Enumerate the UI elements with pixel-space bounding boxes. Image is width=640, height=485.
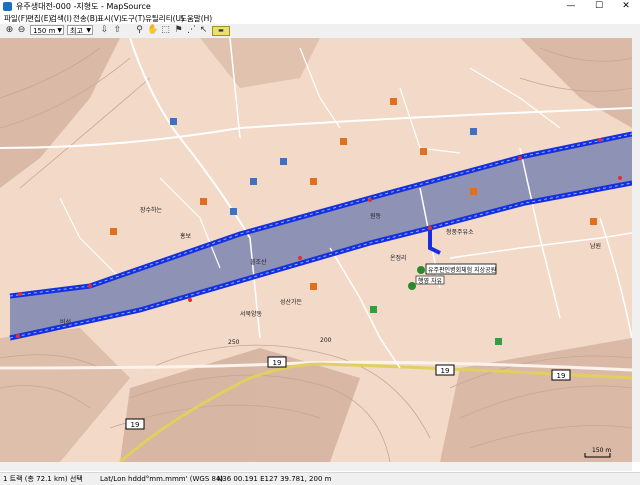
road-shield-3: 19 bbox=[551, 369, 571, 381]
place-label: 원동 bbox=[370, 212, 382, 220]
title-bar: 유주생대전-000 -지형도 - MapSource — ☐ ✕ bbox=[0, 0, 640, 13]
place-label: 불조산 bbox=[250, 258, 267, 266]
tooltip-title: 유주판인병회체험 지상공원 bbox=[428, 266, 496, 274]
contour-label: 200 bbox=[320, 337, 332, 344]
chevron-down-icon: ▼ bbox=[86, 27, 91, 34]
place-label: 홍보 bbox=[180, 232, 192, 240]
place-label: 성산가든 bbox=[280, 298, 303, 306]
park-icon bbox=[417, 266, 425, 274]
mapsource-app-icon bbox=[3, 2, 12, 11]
zoom-in-icon[interactable]: ⊕ bbox=[4, 25, 15, 36]
toolbar: ⊕ ⊖ 150 m ▼ 최고 ▼ ⇩ ⇧ ⚲ ✋ ⬚ ⚑ ⋰ ↖ ▬ bbox=[0, 24, 640, 39]
detail-level-value: 최고 bbox=[70, 27, 83, 35]
menu-view[interactable]: 표시(V) bbox=[97, 13, 122, 24]
send-to-device-icon[interactable]: ⇧ bbox=[112, 25, 123, 36]
road-shield-label: 19 bbox=[273, 359, 282, 367]
map-canvas[interactable]: 19 19 19 19 성산가든 250 200 장수하는 불조산 서북양동 온… bbox=[0, 38, 632, 462]
park-icon bbox=[408, 282, 416, 290]
menu-edit[interactable]: 편집(E) bbox=[27, 13, 51, 24]
place-label: 장수하는 bbox=[140, 206, 163, 214]
place-label: 서북양동 bbox=[240, 310, 263, 318]
horizontal-scrollbar[interactable] bbox=[0, 462, 632, 471]
road-shield-label: 19 bbox=[131, 421, 140, 429]
place-label: 온정리 bbox=[390, 254, 407, 262]
zoom-out-icon[interactable]: ⊖ bbox=[16, 25, 27, 36]
window-title: 유주생대전-000 -지형도 - MapSource bbox=[16, 2, 151, 11]
contour-label: 250 bbox=[228, 339, 240, 346]
maximize-button[interactable]: ☐ bbox=[586, 0, 612, 13]
vertical-scrollbar[interactable] bbox=[632, 38, 640, 462]
menu-tools[interactable]: 도구(T) bbox=[121, 13, 145, 24]
zoom-level-select[interactable]: 150 m ▼ bbox=[30, 25, 64, 35]
minimize-button[interactable]: — bbox=[558, 0, 584, 13]
zoom-tool-icon[interactable]: ⚲ bbox=[134, 25, 145, 36]
road-shield-4: 19 bbox=[125, 418, 145, 430]
chevron-down-icon: ▼ bbox=[57, 27, 62, 34]
menu-transfer[interactable]: 전송(B) bbox=[73, 13, 98, 24]
selection-tool-icon[interactable]: ⬚ bbox=[160, 25, 171, 36]
menu-find[interactable]: 검색(I) bbox=[50, 13, 72, 24]
status-track-summary: 1 트랙 (총 72.1 km) 선택 bbox=[3, 475, 83, 483]
status-bar: 1 트랙 (총 72.1 km) 선택 Lat/Lon hddd°mm.mmm'… bbox=[0, 472, 640, 485]
place-label: 남원 bbox=[590, 242, 601, 250]
menu-bar: 파일(F) 편집(E) 검색(I) 전송(B) 표시(V) 도구(T) 유틸리티… bbox=[0, 13, 640, 24]
menu-utilities[interactable]: 유틸리티(U) bbox=[145, 13, 184, 24]
road-shield-1: 19 bbox=[267, 356, 287, 368]
status-cursor-coordinates: N36 00.191 E127 39.781, 200 m bbox=[217, 475, 332, 483]
menu-file[interactable]: 파일(F) bbox=[4, 13, 28, 24]
waypoint-tool-icon[interactable]: ⚑ bbox=[173, 25, 184, 36]
place-label: 청풍주유소 bbox=[446, 229, 474, 236]
pointer-tool-icon[interactable]: ↖ bbox=[198, 25, 209, 36]
road-shield-label: 19 bbox=[441, 367, 450, 375]
road-shield-label: 19 bbox=[557, 372, 566, 380]
status-coordinate-format: Lat/Lon hddd°mm.mmm' (WGS 84) bbox=[100, 475, 224, 483]
menu-help[interactable]: 도움말(H) bbox=[180, 13, 212, 24]
map-view[interactable]: 19 19 19 19 성산가든 250 200 장수하는 불조산 서북양동 온… bbox=[0, 38, 632, 462]
route-tool-icon[interactable]: ⋰ bbox=[186, 25, 197, 36]
scale-label: 150 m bbox=[592, 447, 611, 454]
zoom-level-value: 150 m bbox=[33, 27, 56, 35]
close-button[interactable]: ✕ bbox=[613, 0, 639, 13]
distance-tool-icon[interactable]: ▬ bbox=[212, 26, 230, 36]
receive-from-device-icon[interactable]: ⇩ bbox=[99, 25, 110, 36]
hand-tool-icon[interactable]: ✋ bbox=[147, 25, 158, 36]
detail-level-select[interactable]: 최고 ▼ bbox=[67, 25, 93, 35]
tooltip-subtitle: 행영 자유 bbox=[418, 277, 442, 285]
road-shield-2: 19 bbox=[435, 364, 455, 376]
place-label: 비석 bbox=[60, 318, 71, 326]
